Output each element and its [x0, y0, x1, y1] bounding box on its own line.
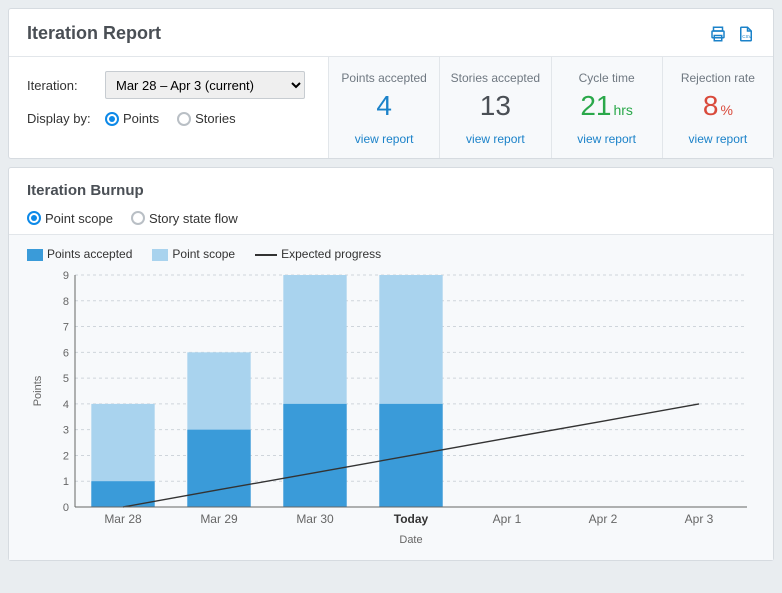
- svg-text:3: 3: [63, 424, 69, 436]
- display-by-points-radio[interactable]: Points: [105, 111, 159, 126]
- view-report-link[interactable]: view report: [667, 132, 769, 146]
- burnup-story-state-label: Story state flow: [149, 211, 238, 226]
- svg-text:Mar 29: Mar 29: [200, 512, 238, 526]
- metric-cycle-time: Cycle time 21hrs view report: [551, 57, 662, 158]
- report-header: Iteration Report CSV: [9, 9, 773, 57]
- iteration-burnup-panel: Iteration Burnup Point scope Story state…: [8, 167, 774, 561]
- svg-text:8: 8: [63, 296, 69, 308]
- svg-text:0: 0: [63, 502, 69, 514]
- svg-text:Apr 1: Apr 1: [493, 512, 522, 526]
- display-by-label: Display by:: [27, 111, 105, 126]
- metric-label: Rejection rate: [667, 71, 769, 85]
- iteration-label: Iteration:: [27, 78, 105, 93]
- metric-value: 4: [333, 91, 435, 122]
- metric-stories-accepted: Stories accepted 13 view report: [439, 57, 550, 158]
- chart-area: Points accepted Point scope Expected pro…: [9, 234, 773, 560]
- burnup-point-scope-label: Point scope: [45, 211, 113, 226]
- legend-point-scope: Point scope: [152, 247, 235, 261]
- view-report-link[interactable]: view report: [556, 132, 658, 146]
- metric-value: 21hrs: [556, 91, 658, 122]
- report-controls: Iteration: Mar 28 – Apr 3 (current) Disp…: [9, 57, 329, 158]
- display-by-points-label: Points: [123, 111, 159, 126]
- burnup-story-state-radio[interactable]: Story state flow: [131, 211, 238, 226]
- burnup-title: Iteration Burnup: [27, 182, 755, 199]
- view-report-link[interactable]: view report: [444, 132, 546, 146]
- radio-icon: [105, 112, 119, 126]
- view-report-link[interactable]: view report: [333, 132, 435, 146]
- svg-text:Apr 2: Apr 2: [589, 512, 618, 526]
- svg-text:Mar 30: Mar 30: [296, 512, 334, 526]
- metric-label: Stories accepted: [444, 71, 546, 85]
- export-csv-icon[interactable]: CSV: [737, 25, 755, 43]
- svg-text:Date: Date: [399, 534, 422, 546]
- burnup-header: Iteration Burnup Point scope Story state…: [9, 168, 773, 234]
- metric-label: Points accepted: [333, 71, 435, 85]
- svg-text:6: 6: [63, 347, 69, 359]
- svg-text:2: 2: [63, 450, 69, 462]
- svg-text:7: 7: [63, 321, 69, 333]
- metric-value: 13: [444, 91, 546, 122]
- burnup-point-scope-radio[interactable]: Point scope: [27, 211, 113, 226]
- metric-label: Cycle time: [556, 71, 658, 85]
- chart-legend: Points accepted Point scope Expected pro…: [27, 247, 755, 261]
- svg-text:Apr 3: Apr 3: [685, 512, 714, 526]
- radio-icon: [131, 211, 145, 225]
- svg-text:CSV: CSV: [742, 33, 751, 38]
- metric-points-accepted: Points accepted 4 view report: [329, 57, 439, 158]
- svg-text:Mar 28: Mar 28: [104, 512, 142, 526]
- burnup-chart: 0 1 2 3 4 5 6 7 8 9 Mar 28 Mar 29 Mar 30 Today Apr 1 Ap…: [27, 267, 757, 547]
- header-actions: CSV: [709, 25, 755, 43]
- metric-value: 8%: [667, 91, 769, 122]
- display-by-stories-radio[interactable]: Stories: [177, 111, 235, 126]
- iteration-select[interactable]: Mar 28 – Apr 3 (current): [105, 71, 305, 99]
- radio-icon: [27, 211, 41, 225]
- display-by-stories-label: Stories: [195, 111, 235, 126]
- svg-text:Points: Points: [32, 375, 44, 406]
- legend-points-accepted: Points accepted: [27, 247, 132, 261]
- print-icon[interactable]: [709, 25, 727, 43]
- svg-text:9: 9: [63, 270, 69, 282]
- svg-text:1: 1: [63, 476, 69, 488]
- svg-text:5: 5: [63, 373, 69, 385]
- radio-icon: [177, 112, 191, 126]
- svg-text:Today: Today: [394, 512, 429, 526]
- page-title: Iteration Report: [27, 23, 161, 44]
- svg-text:4: 4: [63, 399, 69, 411]
- metric-rejection-rate: Rejection rate 8% view report: [662, 57, 773, 158]
- legend-expected-progress: Expected progress: [255, 247, 381, 261]
- metrics-row: Points accepted 4 view report Stories ac…: [329, 57, 773, 158]
- iteration-report-panel: Iteration Report CSV Iteration: Mar 28 –…: [8, 8, 774, 159]
